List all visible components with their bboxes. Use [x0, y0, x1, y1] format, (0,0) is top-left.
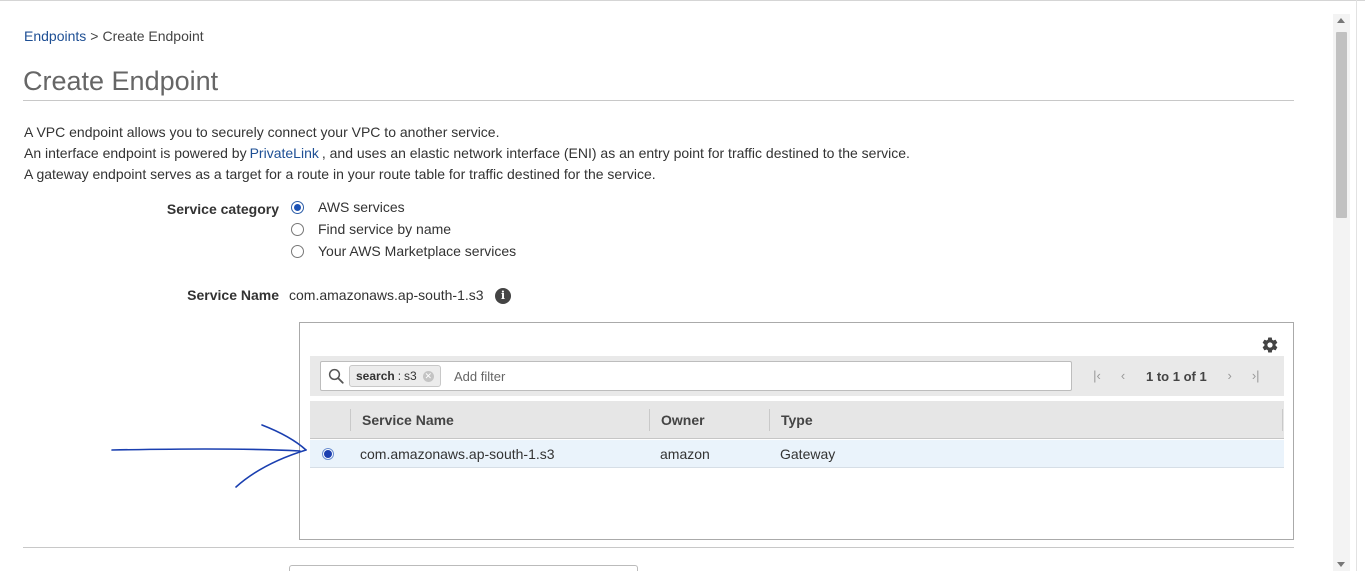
scroll-up-icon[interactable] [1337, 18, 1345, 23]
prev-page-icon[interactable]: ‹ [1116, 369, 1130, 383]
gear-icon[interactable] [1261, 336, 1279, 354]
radio-find-by-name-label[interactable]: Find service by name [318, 221, 451, 237]
column-divider [350, 409, 351, 431]
column-divider [649, 409, 650, 431]
radio-find-by-name[interactable]: Find service by name [291, 218, 516, 240]
table-header: Service Name Owner Type [310, 401, 1284, 439]
search-icon [328, 368, 344, 384]
cell-service-name: com.amazonaws.ap-south-1.s3 [360, 446, 555, 462]
service-category-label: Service category [166, 201, 279, 217]
filter-token[interactable]: search: s3 ✕ [349, 365, 441, 387]
next-page-icon[interactable]: › [1223, 369, 1237, 383]
window-edge [1356, 0, 1357, 571]
service-name-value: com.amazonaws.ap-south-1.s3 [289, 287, 484, 303]
column-divider [769, 409, 770, 431]
vertical-scrollbar[interactable] [1333, 14, 1350, 571]
radio-find-by-name-input[interactable] [291, 222, 304, 236]
filter-box[interactable]: search: s3 ✕ [320, 361, 1072, 391]
section-divider [23, 547, 1294, 548]
first-page-icon[interactable]: |‹ [1090, 369, 1104, 383]
last-page-icon[interactable]: ›| [1249, 369, 1263, 383]
description-line-2: An interface endpoint is powered by Priva… [24, 143, 910, 164]
radio-aws-services-input[interactable] [291, 200, 304, 214]
cell-type: Gateway [780, 446, 836, 462]
description-line-2-end: , and uses an elastic network interface … [321, 145, 910, 161]
breadcrumb-current: Create Endpoint [102, 28, 204, 44]
column-header-type[interactable]: Type [781, 401, 813, 439]
service-name-label: Service Name [187, 287, 279, 303]
description-line-2-start: An interface endpoint is powered by [24, 145, 247, 161]
radio-marketplace-services-label[interactable]: Your AWS Marketplace services [318, 243, 516, 259]
radio-marketplace-services-input[interactable] [291, 244, 304, 258]
column-divider [1282, 409, 1283, 431]
filter-token-separator: : [397, 369, 402, 383]
column-header-service-name[interactable]: Service Name [362, 401, 454, 439]
breadcrumb: Endpoints > Create Endpoint [24, 28, 204, 44]
add-filter-input[interactable] [454, 366, 1054, 386]
cell-owner: amazon [660, 446, 710, 462]
filter-token-value: s3 [404, 369, 417, 383]
breadcrumb-endpoints-link[interactable]: Endpoints [24, 28, 86, 44]
column-header-owner[interactable]: Owner [661, 401, 705, 439]
breadcrumb-separator: > [90, 28, 99, 44]
radio-aws-services[interactable]: AWS services [291, 196, 516, 218]
radio-aws-services-label[interactable]: AWS services [318, 199, 405, 215]
info-icon[interactable]: i [495, 288, 511, 304]
pagination-text: 1 to 1 of 1 [1146, 368, 1207, 384]
title-divider [23, 100, 1294, 101]
service-category-radio-group: AWS services Find service by name Your A… [291, 196, 516, 262]
next-section-box [289, 565, 638, 571]
description-line-3: A gateway endpoint serves as a target fo… [24, 166, 656, 182]
description: A VPC endpoint allows you to securely co… [24, 122, 910, 185]
remove-token-icon[interactable]: ✕ [422, 370, 434, 382]
page-title: Create Endpoint [23, 66, 219, 96]
description-line-1: A VPC endpoint allows you to securely co… [24, 124, 500, 140]
scrollbar-thumb[interactable] [1336, 32, 1347, 218]
services-table-panel: search:s3 ✕ |‹ ‹ 1 to 1 of 1 › ›| Servic… [299, 322, 1294, 540]
pagination: |‹ ‹ 1 to 1 of 1 › ›| [1084, 356, 1269, 396]
row-select-radio[interactable] [322, 448, 334, 460]
filter-bar: search:s3 ✕ |‹ ‹ 1 to 1 of 1 › ›| [310, 356, 1284, 396]
filter-token-key: search [356, 369, 395, 383]
scroll-down-icon[interactable] [1337, 562, 1345, 567]
table-row[interactable]: com.amazonaws.ap-south-1.s3 amazon Gatew… [310, 440, 1284, 468]
top-border [0, 0, 1365, 1]
radio-marketplace-services[interactable]: Your AWS Marketplace services [291, 240, 516, 262]
privatelink-link[interactable]: PrivateLink [247, 145, 322, 161]
